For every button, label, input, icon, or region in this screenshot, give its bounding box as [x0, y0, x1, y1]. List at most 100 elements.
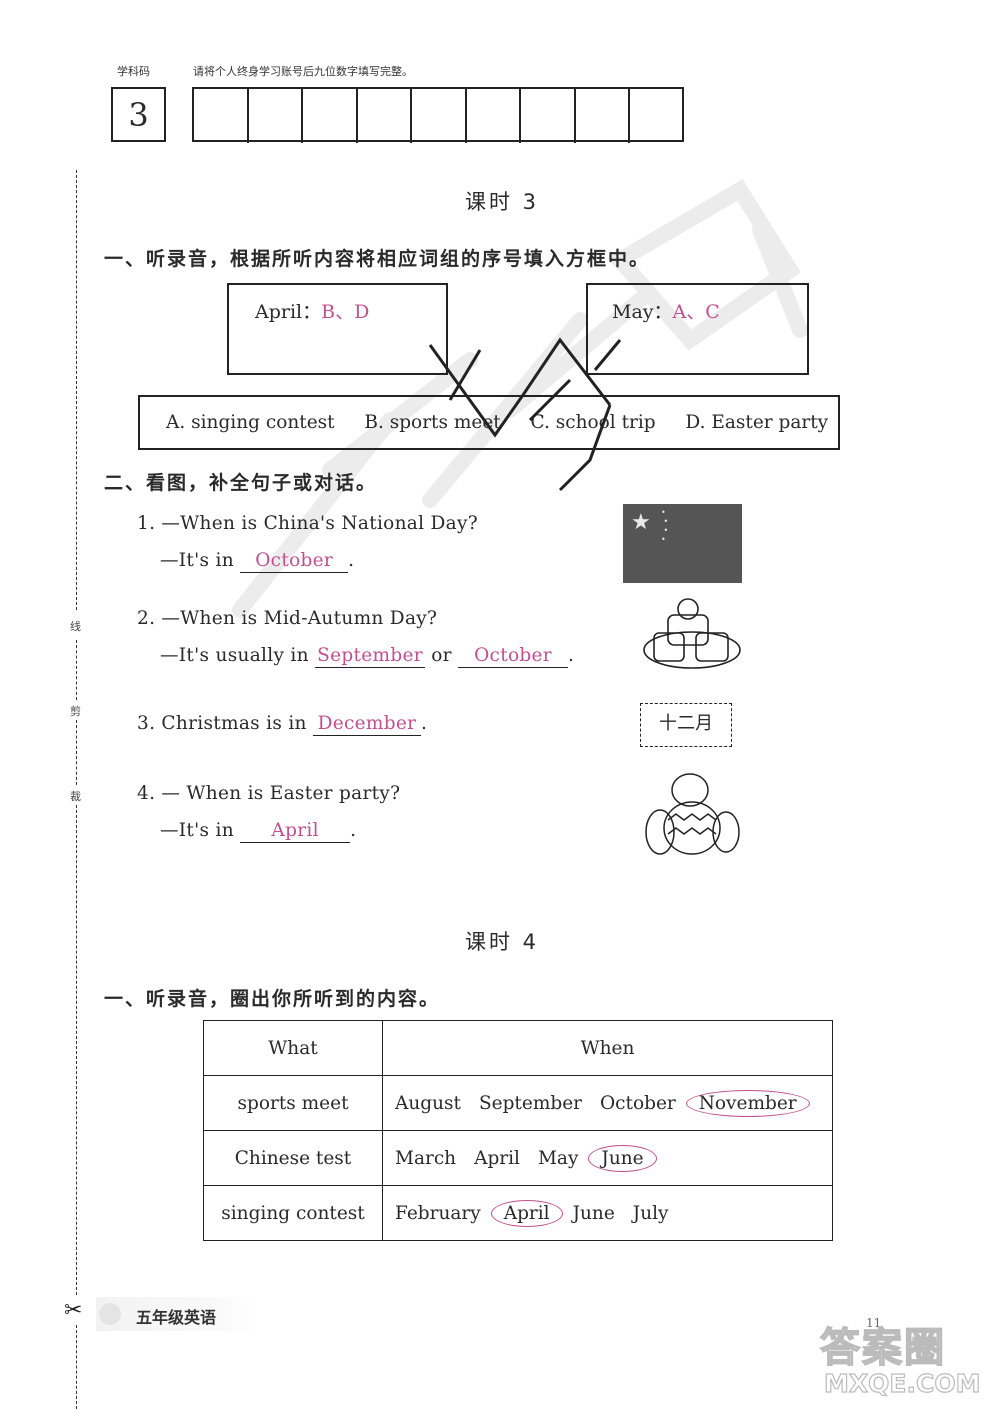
question-4: 4. — When is Easter party?: [137, 783, 401, 804]
answer-prefix: —It's usually in: [160, 645, 309, 666]
account-digit-boxes: [192, 87, 685, 143]
month-option-circled[interactable]: November: [685, 1089, 810, 1117]
stamp-stroke: [448, 349, 572, 422]
circle-table: What When sports meet August September Oct…: [203, 1020, 833, 1241]
when-cell: March April May June: [382, 1130, 833, 1186]
chick-head: [671, 773, 709, 807]
table-row: sports meet August September October Novemb…: [203, 1075, 833, 1131]
april-answer-box[interactable]: April：B、D: [227, 283, 448, 375]
table-row: Chinese test March April May June: [203, 1130, 833, 1186]
stamp-stroke: [521, 337, 612, 406]
option-d: D. Easter party: [685, 412, 829, 433]
when-cell: August September October November: [382, 1075, 833, 1131]
answer-blank[interactable]: October: [458, 645, 569, 668]
answer-prefix: —It's in: [160, 820, 234, 841]
subject-code-value: 3: [128, 96, 149, 134]
answer-prefix: —It's in: [160, 550, 234, 571]
answer-blank[interactable]: October: [240, 550, 349, 573]
subject-code-box[interactable]: 3: [111, 87, 166, 142]
cut-line: [76, 720, 77, 785]
column-header-when: When: [382, 1020, 833, 1076]
account-digit-cell[interactable]: [630, 89, 685, 143]
month-option[interactable]: May: [536, 1148, 580, 1169]
scissors-icon: ✂: [64, 1298, 83, 1323]
month-option[interactable]: July: [631, 1203, 671, 1224]
month-option[interactable]: June: [571, 1203, 617, 1224]
month-option[interactable]: August: [393, 1093, 463, 1114]
question-1: 1. —When is China's National Day?: [137, 513, 478, 534]
lesson4-title: 课时 4: [465, 930, 540, 954]
question-2: 2. —When is Mid-Autumn Day?: [137, 608, 438, 629]
month-option[interactable]: February: [393, 1203, 483, 1224]
answer-connector: or: [431, 645, 452, 666]
month-option[interactable]: October: [598, 1093, 678, 1114]
answer-line-4: —It's in April.: [160, 820, 356, 843]
china-flag-image: ★ • • • •: [623, 504, 742, 583]
question-3: 3. Christmas is in December.: [137, 713, 427, 736]
answer-line-1: —It's in October.: [160, 550, 354, 573]
footer-circle-icon: [99, 1303, 121, 1325]
answer-blank[interactable]: April: [240, 820, 351, 843]
cut-line: [76, 1325, 77, 1409]
account-digit-cell[interactable]: [467, 89, 521, 143]
cut-line: [76, 640, 77, 700]
answer-suffix: .: [348, 550, 355, 571]
when-cell: February April June July: [382, 1185, 833, 1241]
stamp-mark: [428, 337, 622, 492]
mooncakes-image: [643, 598, 741, 669]
site-watermark-url: MXQE.COM: [823, 1368, 981, 1398]
cut-line-char: 线: [70, 620, 81, 633]
cut-line-char: 裁: [70, 790, 81, 803]
easter-eggs-image: [645, 773, 740, 855]
lesson3-title: 课时 3: [465, 190, 540, 214]
account-digit-cell[interactable]: [194, 89, 249, 143]
account-digit-cell[interactable]: [249, 89, 303, 143]
account-digit-cell[interactable]: [358, 89, 412, 143]
account-digit-cell[interactable]: [303, 89, 358, 143]
zigzag-pattern: [667, 813, 717, 835]
site-watermark-cn: 答案圈: [819, 1324, 946, 1372]
answer-blank[interactable]: December: [312, 713, 421, 736]
cut-line: [76, 805, 77, 1295]
month-option[interactable]: September: [477, 1093, 584, 1114]
april-answer: B、D: [321, 301, 370, 323]
month-option-circled[interactable]: April: [490, 1199, 563, 1227]
answer-suffix: .: [350, 820, 357, 841]
option-a: A. singing contest: [166, 412, 335, 433]
mooncake-top: [677, 598, 699, 620]
lesson4-part1-heading: 一、听录音，圈出你所听到的内容。: [104, 988, 441, 1010]
account-digit-cell[interactable]: [576, 89, 630, 143]
april-label: April：: [255, 301, 322, 323]
mooncake-shape: [695, 632, 729, 662]
cut-line-char: 剪: [70, 705, 81, 718]
answer-blank[interactable]: September: [315, 645, 426, 668]
account-digit-cell[interactable]: [521, 89, 576, 143]
cut-line: [76, 170, 77, 610]
subject-code-label: 学科码: [117, 65, 150, 78]
question-text: 3. Christmas is in: [137, 713, 307, 734]
column-header-what: What: [203, 1020, 383, 1076]
month-option[interactable]: April: [472, 1148, 522, 1169]
stamp-stroke: [593, 339, 622, 371]
stamp-stroke: [558, 404, 612, 492]
calendar-card-text: 十二月: [659, 713, 713, 734]
egg-shape: [712, 811, 740, 853]
lesson3-part2-heading: 二、看图，补全句子或对话。: [104, 472, 378, 494]
what-cell: Chinese test: [203, 1130, 383, 1186]
account-digit-cell[interactable]: [412, 89, 467, 143]
what-cell: singing contest: [203, 1185, 383, 1241]
small-stars-icon: • • • •: [661, 508, 669, 544]
star-icon: ★: [631, 510, 651, 535]
plate-shape: [643, 631, 741, 669]
answer-line-2: —It's usually in September or October.: [160, 645, 574, 668]
answer-suffix: .: [420, 713, 428, 734]
month-option-circled[interactable]: June: [588, 1144, 657, 1172]
what-cell: sports meet: [203, 1075, 383, 1131]
calendar-card-image: 十二月: [640, 703, 732, 747]
answer-suffix: .: [568, 645, 575, 666]
may-answer: A、C: [672, 301, 720, 323]
table-row: singing contest February April June July: [203, 1185, 833, 1241]
table-header-row: What When: [203, 1020, 833, 1076]
lesson3-part1-heading: 一、听录音，根据所听内容将相应词组的序号填入方框中。: [104, 248, 651, 270]
month-option[interactable]: March: [393, 1148, 458, 1169]
